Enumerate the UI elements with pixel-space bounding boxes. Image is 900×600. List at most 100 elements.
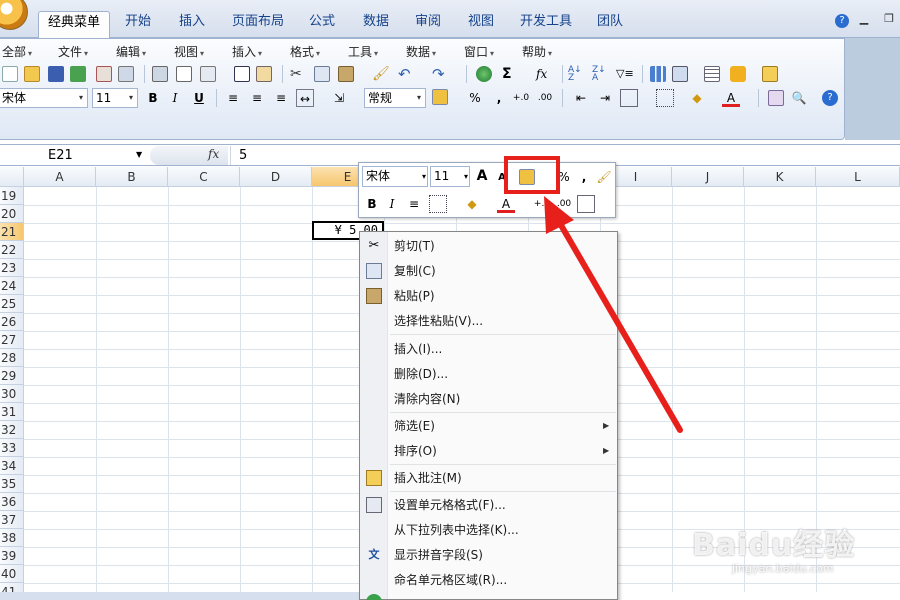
minimize-icon[interactable]: ▁	[858, 13, 870, 25]
decrease-indent-icon[interactable]: ⇤	[572, 89, 590, 107]
italic-button[interactable]: I	[166, 89, 184, 107]
menu-item-copy[interactable]: 复制(C)	[394, 261, 436, 281]
menu-item-cut[interactable]: 剪切(T)	[394, 236, 435, 256]
row-header[interactable]: 19	[0, 187, 24, 205]
menu-data[interactable]: 数据 ▾	[406, 43, 436, 60]
undo-icon[interactable]: ↶	[398, 66, 414, 82]
grow-font-button[interactable]: A	[473, 167, 491, 185]
menu-item-delete[interactable]: 删除(D)...	[394, 364, 448, 384]
row-header[interactable]: 20	[0, 205, 24, 223]
align-right-icon[interactable]: ≡	[272, 89, 290, 107]
increase-decimal-icon[interactable]: +.0	[512, 89, 530, 107]
number-format-select[interactable]: 常规 ▾	[364, 88, 426, 108]
help-icon[interactable]: ?	[835, 14, 849, 28]
cell-style-icon[interactable]	[620, 89, 638, 107]
filter-icon[interactable]: ▽≡	[616, 66, 634, 82]
copy-icon[interactable]	[314, 66, 330, 82]
paste-icon[interactable]	[338, 66, 354, 82]
font-size-select[interactable]: 11 ▾	[92, 88, 138, 108]
row-header[interactable]: 28	[0, 349, 24, 367]
format-painter-icon[interactable]: 🖌	[595, 168, 613, 186]
row-header[interactable]: 38	[0, 529, 24, 547]
merge-cells-icon[interactable]	[577, 195, 595, 213]
menu-insert[interactable]: 插入 ▾	[232, 43, 262, 60]
format-painter-icon[interactable]: 🖌	[372, 66, 390, 82]
tab-review[interactable]: 审阅	[408, 11, 448, 35]
row-header[interactable]: 34	[0, 457, 24, 475]
menu-edit[interactable]: 编辑 ▾	[116, 43, 146, 60]
tab-insert[interactable]: 插入	[172, 11, 212, 35]
spelling-icon[interactable]	[234, 66, 250, 82]
autosum-icon[interactable]: Σ	[502, 66, 518, 82]
permission-icon[interactable]	[96, 66, 112, 82]
column-header[interactable]: K	[744, 167, 816, 187]
tab-data[interactable]: 数据	[356, 11, 396, 35]
fill-color-icon[interactable]: ◆	[463, 195, 481, 213]
tab-view[interactable]: 视图	[461, 11, 501, 35]
menu-item-filter[interactable]: 筛选(E)	[394, 416, 435, 436]
center-align-icon[interactable]: ≡	[405, 195, 423, 213]
save-as-icon[interactable]	[70, 66, 86, 82]
column-header[interactable]: J	[672, 167, 744, 187]
research-book-icon[interactable]	[256, 66, 272, 82]
mini-font-name-select[interactable]: 宋体 ▾	[362, 166, 428, 187]
hyperlink-globe-icon[interactable]	[476, 66, 492, 82]
column-header[interactable]: D	[240, 167, 312, 187]
find-zoom-icon[interactable]: 🔍	[790, 89, 808, 107]
chevron-down-icon[interactable]: ▼	[136, 150, 142, 159]
comma-style-icon[interactable]: ,	[490, 89, 508, 107]
save-icon[interactable]	[48, 66, 64, 82]
mini-font-size-select[interactable]: 11 ▾	[430, 166, 470, 187]
font-name-select[interactable]: 宋体 ▾	[0, 88, 88, 108]
scissors-icon[interactable]: ✂	[290, 66, 306, 82]
insert-function-button[interactable]: fx	[208, 147, 219, 161]
menu-help[interactable]: 帮助 ▾	[522, 43, 552, 60]
menu-item-show-phonetic[interactable]: 显示拼音字段(S)	[394, 545, 483, 565]
menu-item-paste[interactable]: 粘贴(P)	[394, 286, 435, 306]
align-center-icon[interactable]: ≡	[248, 89, 266, 107]
tab-home[interactable]: 开始	[118, 11, 158, 35]
tab-formulas[interactable]: 公式	[302, 11, 342, 35]
row-header[interactable]: 26	[0, 313, 24, 331]
percent-button[interactable]: %	[466, 89, 484, 107]
menu-item-sort[interactable]: 排序(O)	[394, 441, 437, 461]
mini-bold-button[interactable]: B	[363, 195, 381, 213]
chart-wizard-icon[interactable]	[650, 66, 666, 82]
column-header[interactable]: C	[168, 167, 240, 187]
email-icon[interactable]	[118, 66, 134, 82]
conditional-icon[interactable]	[730, 66, 746, 82]
decrease-decimal-icon[interactable]: .00	[536, 89, 554, 107]
print-icon[interactable]	[152, 66, 168, 82]
open-folder-icon[interactable]	[24, 66, 40, 82]
row-header[interactable]: 39	[0, 547, 24, 565]
research-icon[interactable]	[200, 66, 216, 82]
row-header[interactable]: 35	[0, 475, 24, 493]
menu-item-format-cells[interactable]: 设置单元格格式(F)...	[394, 495, 506, 515]
decrease-decimal-icon[interactable]: .00	[555, 195, 573, 213]
mini-comma-button[interactable]: ,	[575, 168, 593, 186]
column-header[interactable]: L	[816, 167, 900, 187]
row-header[interactable]: 23	[0, 259, 24, 277]
row-header[interactable]: 25	[0, 295, 24, 313]
menu-item-insert[interactable]: 插入(I)...	[394, 339, 442, 359]
menu-item-insert-comment[interactable]: 插入批注(M)	[394, 468, 462, 488]
restore-icon[interactable]: ❐	[883, 13, 895, 25]
wrap-text-icon[interactable]: ⇲	[330, 89, 348, 107]
mini-italic-button[interactable]: I	[383, 195, 401, 213]
insert-function-icon[interactable]: fx	[536, 66, 552, 82]
row-header-selected[interactable]: 21	[0, 223, 24, 241]
menu-window[interactable]: 窗口 ▾	[464, 43, 494, 60]
new-document-icon[interactable]	[2, 66, 18, 82]
column-header[interactable]: B	[96, 167, 168, 187]
folder-icon[interactable]	[762, 66, 778, 82]
menu-item-define-name[interactable]: 命名单元格区域(R)...	[394, 570, 507, 590]
menu-item-paste-special[interactable]: 选择性粘贴(V)...	[394, 311, 483, 331]
row-header[interactable]: 22	[0, 241, 24, 259]
menu-item-pick-from-list[interactable]: 从下拉列表中选择(K)...	[394, 520, 519, 540]
menu-tools[interactable]: 工具 ▾	[348, 43, 378, 60]
menu-all[interactable]: 全部 ▾	[2, 43, 32, 60]
fill-color-icon[interactable]: ◆	[688, 89, 706, 107]
menu-file[interactable]: 文件 ▾	[58, 43, 88, 60]
bold-button[interactable]: B	[144, 89, 162, 107]
gridlines-icon[interactable]	[704, 66, 720, 82]
